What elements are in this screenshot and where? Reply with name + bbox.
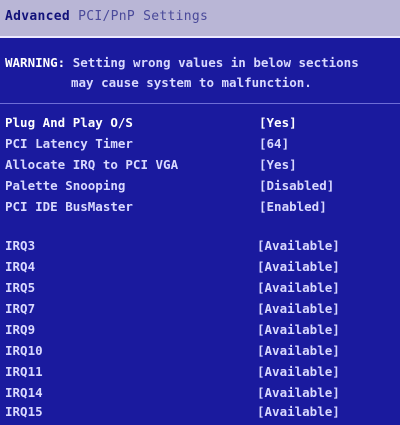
irq-row-irq10[interactable]: IRQ10 [Available] [5, 343, 395, 364]
setting-pci-ide-busmaster[interactable]: PCI IDE BusMaster [Enabled] [5, 199, 395, 220]
setting-value[interactable]: [Yes] [259, 115, 297, 130]
title-prefix: Advanced [5, 9, 71, 24]
irq-row-irq4[interactable]: IRQ4 [Available] [5, 259, 395, 280]
irq-label: IRQ5 [5, 280, 36, 295]
irq-value[interactable]: [Available] [257, 404, 340, 419]
title-suffix: PCI/PnP Settings [78, 9, 209, 24]
setting-value[interactable]: [Enabled] [259, 199, 327, 214]
irq-label: IRQ11 [5, 364, 43, 379]
irq-label: IRQ10 [5, 343, 43, 358]
setting-label: Allocate IRQ to PCI VGA [5, 157, 179, 172]
separator [0, 103, 400, 104]
irq-value[interactable]: [Available] [257, 238, 340, 253]
irq-row-irq9[interactable]: IRQ9 [Available] [5, 322, 395, 343]
irq-label: IRQ14 [5, 385, 43, 400]
setting-value[interactable]: [64] [259, 136, 289, 151]
setting-pci-latency-timer[interactable]: PCI Latency Timer [64] [5, 136, 395, 157]
irq-row-irq5[interactable]: IRQ5 [Available] [5, 280, 395, 301]
irq-value[interactable]: [Available] [257, 322, 340, 337]
setting-value[interactable]: [Disabled] [259, 178, 334, 193]
setting-plug-and-play-os[interactable]: Plug And Play O/S [Yes] [5, 115, 395, 136]
irq-label: IRQ15 [5, 404, 43, 419]
warning-message: WARNING: Setting wrong values in below s… [5, 53, 359, 93]
setting-palette-snooping[interactable]: Palette Snooping [Disabled] [5, 178, 395, 199]
irq-label: IRQ9 [5, 322, 36, 337]
irq-value[interactable]: [Available] [257, 301, 340, 316]
irq-row-irq11[interactable]: IRQ11 [Available] [5, 364, 395, 385]
setting-label: PCI Latency Timer [5, 136, 133, 151]
setting-label: Palette Snooping [5, 178, 126, 193]
warning-label: WARNING: [5, 55, 66, 70]
irq-label: IRQ7 [5, 301, 36, 316]
irq-value[interactable]: [Available] [257, 259, 340, 274]
irq-row-irq7[interactable]: IRQ7 [Available] [5, 301, 395, 322]
irq-label: IRQ3 [5, 238, 36, 253]
irq-value[interactable]: [Available] [257, 343, 340, 358]
irq-value[interactable]: [Available] [257, 280, 340, 295]
warning-line-2: may cause system to malfunction. [71, 75, 312, 90]
irq-label: IRQ4 [5, 259, 36, 274]
irq-row-irq15[interactable]: IRQ15 [Available] [5, 404, 395, 425]
page-title: Advanced PCI/PnP Settings [5, 9, 208, 24]
setting-label: Plug And Play O/S [5, 115, 133, 130]
irq-value[interactable]: [Available] [257, 364, 340, 379]
irq-row-irq3[interactable]: IRQ3 [Available] [5, 238, 395, 259]
bios-screen: Advanced PCI/PnP Settings WARNING: Setti… [0, 0, 400, 425]
setting-allocate-irq-to-pci-vga[interactable]: Allocate IRQ to PCI VGA [Yes] [5, 157, 395, 178]
setting-label: PCI IDE BusMaster [5, 199, 133, 214]
warning-line-1: Setting wrong values in below sections [65, 55, 359, 70]
irq-row-irq14[interactable]: IRQ14 [Available] [5, 385, 395, 406]
setting-value[interactable]: [Yes] [259, 157, 297, 172]
irq-value[interactable]: [Available] [257, 385, 340, 400]
title-bar: Advanced PCI/PnP Settings [0, 0, 400, 38]
